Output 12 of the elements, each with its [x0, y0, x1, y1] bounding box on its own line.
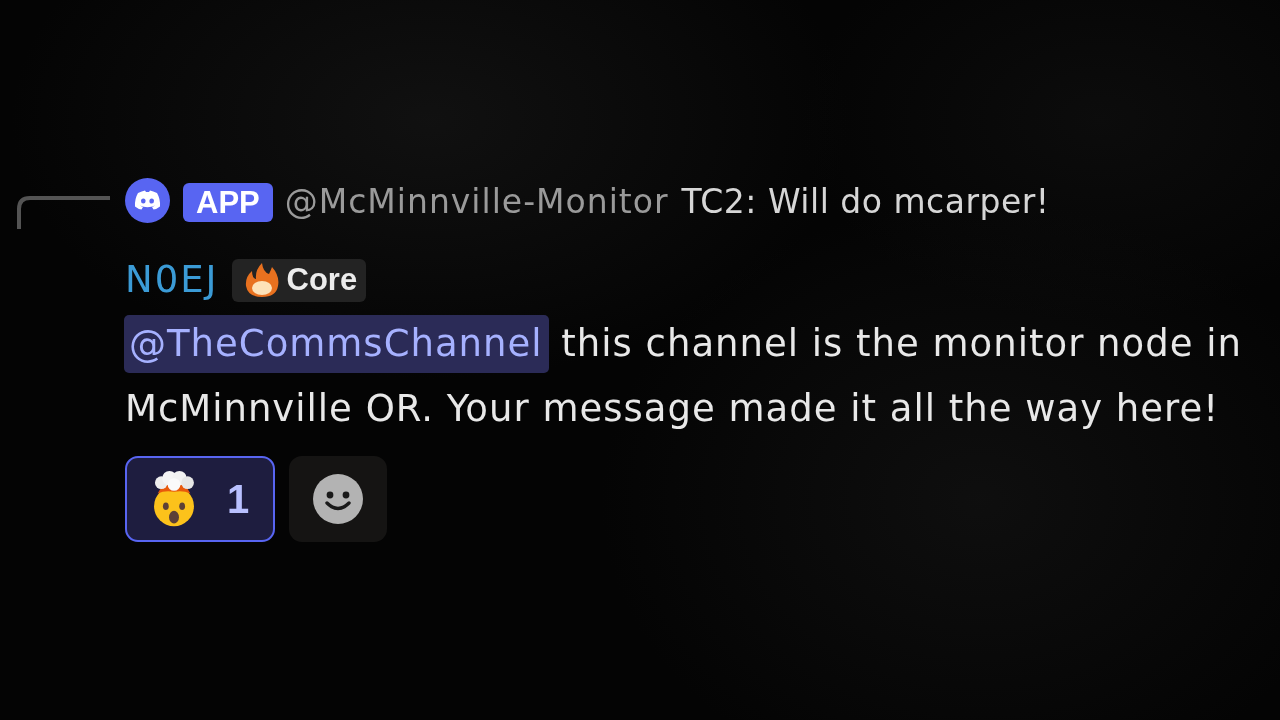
- add-reaction-button[interactable]: [289, 456, 388, 542]
- server-tag[interactable]: Core: [231, 258, 367, 302]
- reaction-button[interactable]: 1: [125, 456, 276, 542]
- message-text: @TheCommsChannel this channel is the monitor node in McMinnville OR. Your message made it all the way here!: [125, 311, 1277, 441]
- avatar-icon[interactable]: [125, 178, 170, 223]
- reply-author[interactable]: @McMinnville-Monitor: [284, 181, 669, 223]
- app-badge: APP: [183, 183, 273, 222]
- reply-preview-text[interactable]: TC2: Will do mcarper!: [681, 181, 1050, 223]
- mention[interactable]: @TheCommsChannel: [124, 315, 549, 373]
- tag-label: Core: [286, 262, 358, 298]
- author-name[interactable]: N0EJ: [125, 257, 219, 303]
- smiley-icon: [313, 474, 364, 524]
